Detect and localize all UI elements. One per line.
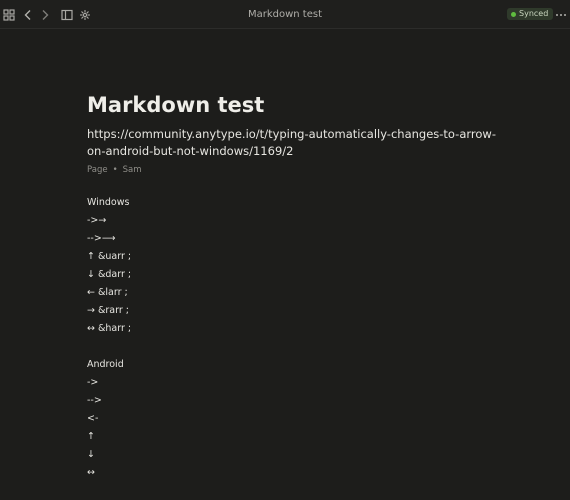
page-description[interactable]: https://community.anytype.io/t/typing-au… (87, 126, 497, 160)
object-type-label[interactable]: Page (87, 165, 108, 175)
graph-icon[interactable] (77, 7, 93, 23)
text-block[interactable]: ↓ (87, 449, 95, 460)
sync-dot-icon (511, 11, 516, 17)
meta-separator: • (112, 165, 118, 175)
text-block[interactable]: → &rarr ; (87, 305, 129, 316)
back-icon[interactable] (20, 7, 36, 23)
page-meta: Page • Sam (87, 165, 141, 175)
forward-icon[interactable] (37, 7, 53, 23)
sidebar-icon[interactable] (59, 7, 75, 23)
text-block[interactable]: -> (87, 377, 98, 388)
text-block[interactable]: ↓ &darr ; (87, 269, 131, 280)
text-block[interactable]: ->→ (87, 215, 106, 226)
text-block[interactable]: ↑ (87, 431, 95, 442)
text-block[interactable]: Windows (87, 197, 129, 208)
widgets-icon[interactable] (1, 7, 17, 23)
text-block[interactable]: ↔ (87, 467, 95, 478)
text-block[interactable]: --> (87, 395, 102, 406)
page-title[interactable]: Markdown test (87, 93, 264, 117)
text-block[interactable]: ↑ &uarr ; (87, 251, 131, 262)
text-block[interactable]: ← &larr ; (87, 287, 128, 298)
text-block[interactable]: ↔ &harr ; (87, 323, 131, 334)
title-bar: Markdown test Synced (0, 0, 570, 29)
author-label[interactable]: Sam (123, 165, 142, 175)
text-block[interactable]: Android (87, 359, 124, 370)
text-block[interactable]: -->⟶ (87, 233, 115, 244)
sync-status-label: Synced (519, 9, 549, 18)
text-block[interactable]: <- (87, 413, 98, 424)
sync-status-badge[interactable]: Synced (507, 8, 554, 20)
more-icon[interactable] (553, 7, 569, 23)
